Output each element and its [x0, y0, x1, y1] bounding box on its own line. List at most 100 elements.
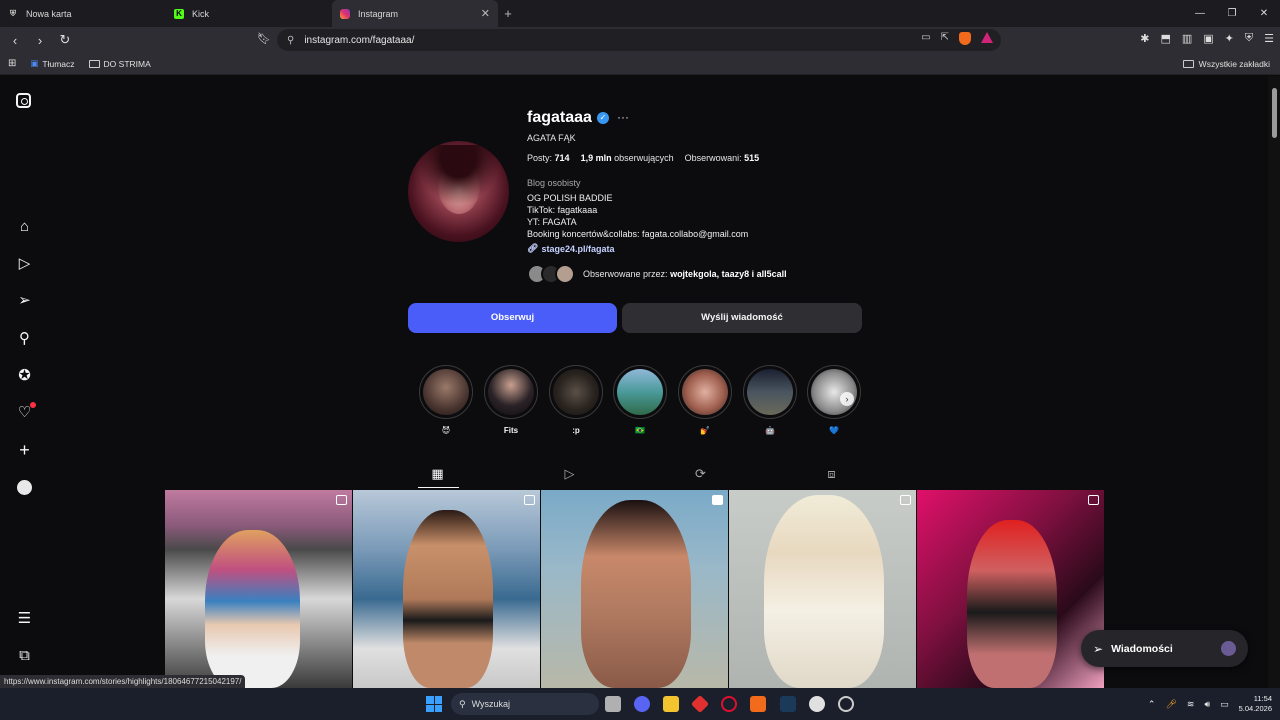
- brave-browser-icon[interactable]: [750, 696, 766, 712]
- tab-reels-icon[interactable]: ▷: [562, 466, 577, 481]
- highlight-ring: [484, 365, 538, 419]
- battery-icon[interactable]: ▭: [1220, 699, 1229, 710]
- page-scrollbar[interactable]: [1268, 76, 1280, 688]
- more-menu-icon[interactable]: ☰: [16, 610, 33, 627]
- menu-icon[interactable]: ☰: [1264, 32, 1274, 45]
- search-icon: ⚲: [459, 698, 466, 709]
- sidebar-toggle-icon[interactable]: ▥: [1182, 32, 1192, 45]
- notifications-heart-icon[interactable]: ♡: [16, 402, 36, 421]
- profile-avatar[interactable]: [408, 141, 509, 242]
- tab-title: Kick: [192, 8, 210, 19]
- highlight-cover: [747, 369, 793, 415]
- instagram-logo-icon[interactable]: [16, 93, 33, 110]
- vpn-icon[interactable]: ⛨: [1245, 32, 1253, 45]
- reels-icon[interactable]: ▷: [16, 255, 33, 272]
- all-bookmarks[interactable]: Wszystkie zakładki: [1182, 59, 1270, 69]
- apps-grid-icon[interactable]: ⊞: [8, 58, 16, 69]
- post-thumbnail[interactable]: [541, 490, 728, 688]
- brave-shields-icon[interactable]: [959, 32, 971, 45]
- maximize-button[interactable]: ❐: [1216, 0, 1248, 27]
- highlight-ring: [678, 365, 732, 419]
- red-app-icon[interactable]: [690, 694, 710, 714]
- bookmark-do-strima[interactable]: DO STRIMA: [88, 59, 151, 69]
- microphone-icon[interactable]: 🎤︎: [1165, 699, 1176, 710]
- windows-start-icon[interactable]: [426, 696, 442, 712]
- meta-apps-icon[interactable]: ⧉: [16, 647, 33, 664]
- home-icon[interactable]: ⌂: [16, 218, 33, 235]
- url-bar[interactable]: ⚲ instagram.com/fagataaa/ ▭ ⇱: [277, 29, 1001, 51]
- bookmark-tlumacz[interactable]: ▣ Tłumacz: [30, 58, 74, 69]
- settings-gear-icon[interactable]: [809, 696, 825, 712]
- new-tab-button[interactable]: +: [498, 6, 518, 21]
- close-window-button[interactable]: ✕: [1248, 0, 1280, 27]
- reload-button[interactable]: ↻: [55, 32, 75, 48]
- url-bar-actions: ▭ ⇱: [921, 32, 993, 45]
- volume-icon[interactable]: 🔊︎: [1204, 699, 1210, 710]
- followed-by-text: Obserwowane przez: wojtekgola, taazy8 i …: [583, 269, 787, 279]
- brave-rewards-icon[interactable]: [981, 32, 993, 43]
- bio-line: Booking koncertów&collabs: fagata.collab…: [527, 229, 749, 239]
- downloads-icon[interactable]: ⬒: [1160, 32, 1170, 45]
- obs-icon[interactable]: [838, 696, 854, 712]
- link-hover-status: https://www.instagram.com/stories/highli…: [0, 675, 246, 688]
- highlight-item[interactable]: 😈: [418, 365, 474, 436]
- browser-tab-bar: ⛨ Nowa karta K Kick Instagram ✕ + — ❐ ✕: [0, 0, 1280, 27]
- tab-posts-grid-icon[interactable]: ▦: [430, 466, 445, 481]
- followed-by[interactable]: Obserwowane przez: wojtekgola, taazy8 i …: [527, 264, 787, 284]
- minimize-button[interactable]: —: [1184, 0, 1216, 27]
- search-icon[interactable]: ⚲: [16, 330, 33, 347]
- discord-icon[interactable]: [634, 696, 650, 712]
- tab-kick[interactable]: K Kick: [166, 0, 332, 27]
- highlight-item[interactable]: :p: [548, 365, 604, 436]
- post-thumbnail[interactable]: [729, 490, 916, 688]
- post-thumbnail[interactable]: [917, 490, 1104, 688]
- tab-tagged-icon[interactable]: ⧈: [824, 466, 839, 481]
- highlight-item[interactable]: 🇧🇷: [612, 365, 668, 436]
- scrollbar-thumb[interactable]: [1272, 88, 1277, 138]
- send-message-button[interactable]: Wyślij wiadomość: [622, 303, 862, 333]
- explore-icon[interactable]: ✪: [16, 367, 33, 384]
- create-icon[interactable]: +: [16, 441, 33, 459]
- post-thumbnail[interactable]: [353, 490, 540, 688]
- close-tab-icon[interactable]: ✕: [481, 7, 490, 20]
- forward-button[interactable]: ›: [30, 33, 50, 48]
- task-view-icon[interactable]: [605, 696, 621, 712]
- post-thumbnail[interactable]: [165, 490, 352, 688]
- bookmark-page-icon[interactable]: 🔖︎: [257, 32, 271, 45]
- extensions-icon[interactable]: ✱: [1140, 32, 1149, 45]
- file-explorer-icon[interactable]: [663, 696, 679, 712]
- leo-ai-icon[interactable]: ✦: [1225, 32, 1234, 45]
- tab-instagram[interactable]: Instagram ✕: [332, 0, 498, 27]
- cast-icon[interactable]: ▭: [921, 32, 930, 45]
- followers-stat[interactable]: 1,9 mln obserwujących: [581, 153, 674, 163]
- highlight-item[interactable]: Fits: [483, 365, 539, 436]
- highlight-cover: [488, 369, 534, 415]
- opera-icon[interactable]: [721, 696, 737, 712]
- highlight-item[interactable]: 🤖: [742, 365, 798, 436]
- share-icon[interactable]: ⇱: [941, 32, 949, 45]
- tab-reposts-icon[interactable]: ⟳: [693, 466, 708, 481]
- profile-avatar-icon[interactable]: [16, 479, 33, 496]
- following-stat[interactable]: Obserwowani: 515: [685, 153, 760, 163]
- highlights-next-chevron-icon[interactable]: ›: [840, 392, 854, 406]
- taskbar-search[interactable]: ⚲ Wyszukaj: [451, 693, 599, 715]
- shield-icon: ⛨: [10, 8, 16, 18]
- direct-messages-icon[interactable]: ➢: [16, 292, 33, 309]
- post-subject: [967, 520, 1057, 688]
- steam-icon[interactable]: [780, 696, 796, 712]
- highlight-cover: [553, 369, 599, 415]
- site-info-icon[interactable]: ⚲: [287, 35, 294, 46]
- profile-link[interactable]: 🔗︎ stage24.pl/fagata: [527, 243, 614, 254]
- verified-badge-icon: ✓: [597, 112, 609, 124]
- tray-overflow-chevron-icon[interactable]: ⌃: [1148, 699, 1156, 710]
- highlight-item[interactable]: 💅: [677, 365, 733, 436]
- tab-nowa-karta[interactable]: ⛨ Nowa karta: [0, 0, 166, 27]
- clock-date: 5.04.2026: [1238, 704, 1272, 713]
- options-icon[interactable]: ···: [617, 110, 629, 124]
- wallet-icon[interactable]: ▣: [1203, 32, 1213, 45]
- taskbar-clock[interactable]: 11:54 5.04.2026: [1239, 694, 1272, 714]
- follow-button[interactable]: Obserwuj: [408, 303, 617, 333]
- wifi-icon[interactable]: ≋: [1187, 699, 1195, 710]
- messages-drawer-button[interactable]: ➢ Wiadomości: [1081, 630, 1248, 667]
- back-button[interactable]: ‹: [5, 33, 25, 48]
